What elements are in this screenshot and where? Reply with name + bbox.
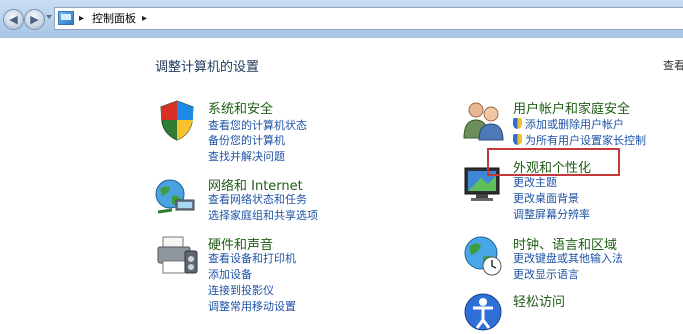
title-bar: ◀ ▶ ▸ 控制面板 ▸ (0, 0, 683, 38)
link-adjust-resolution[interactable]: 调整屏幕分辨率 (513, 208, 590, 222)
link-change-display-language[interactable]: 更改显示语言 (513, 268, 579, 282)
breadcrumb-chevron-icon[interactable]: ▸ (79, 10, 84, 28)
category-title-network-internet[interactable]: 网络和 Internet (208, 175, 303, 194)
breadcrumb-chevron-icon[interactable]: ▸ (142, 10, 147, 28)
link-change-keyboard-input[interactable]: 更改键盘或其他输入法 (513, 252, 623, 266)
link-mobility-settings[interactable]: 调整常用移动设置 (208, 300, 296, 314)
control-panel-icon (58, 11, 74, 25)
printer-icon[interactable] (155, 233, 199, 277)
link-add-remove-accounts-label: 添加或删除用户帐户 (525, 118, 624, 131)
view-by-label: 查看 (663, 59, 683, 72)
link-change-desktop-background[interactable]: 更改桌面背景 (513, 192, 579, 206)
link-add-device[interactable]: 添加设备 (208, 268, 252, 282)
link-parental-controls[interactable]: 为所有用户设置家长控制 (513, 134, 646, 148)
link-view-computer-status[interactable]: 查看您的计算机状态 (208, 119, 307, 133)
page-title: 调整计算机的设置 (155, 60, 260, 75)
link-parental-controls-label: 为所有用户设置家长控制 (525, 134, 646, 147)
category-title-user-accounts[interactable]: 用户帐户和家庭安全 (513, 98, 630, 117)
link-add-remove-accounts[interactable]: 添加或删除用户帐户 (513, 118, 624, 132)
users-icon[interactable] (461, 98, 505, 142)
link-homegroup-sharing[interactable]: 选择家庭组和共享选项 (208, 209, 318, 223)
category-title-clock-language-region[interactable]: 时钟、语言和区域 (513, 234, 617, 253)
link-change-theme[interactable]: 更改主题 (513, 176, 557, 190)
forward-button[interactable]: ▶ (24, 9, 45, 30)
link-backup-computer[interactable]: 备份您的计算机 (208, 134, 285, 148)
ease-of-access-icon[interactable] (461, 290, 505, 334)
category-title-ease-of-access[interactable]: 轻松访问 (513, 291, 565, 310)
uac-shield-icon (513, 118, 522, 129)
link-view-devices-printers[interactable]: 查看设备和打印机 (208, 252, 296, 266)
network-globe-icon[interactable] (154, 174, 198, 218)
uac-shield-icon (513, 134, 522, 145)
category-title-hardware-sound[interactable]: 硬件和声音 (208, 234, 273, 253)
link-connect-projector[interactable]: 连接到投影仪 (208, 284, 274, 298)
link-troubleshoot[interactable]: 查找并解决问题 (208, 150, 285, 164)
clock-globe-icon[interactable] (461, 233, 505, 277)
shield-icon[interactable] (155, 98, 199, 142)
breadcrumb-control-panel[interactable]: 控制面板 (92, 10, 136, 28)
link-view-network-status[interactable]: 查看网络状态和任务 (208, 193, 307, 207)
recent-pages-dropdown-icon[interactable] (46, 15, 52, 19)
category-title-system-security[interactable]: 系统和安全 (208, 98, 273, 117)
highlight-annotation-box (487, 148, 620, 176)
back-button[interactable]: ◀ (3, 9, 24, 30)
address-bar[interactable]: ▸ 控制面板 ▸ (54, 7, 683, 30)
